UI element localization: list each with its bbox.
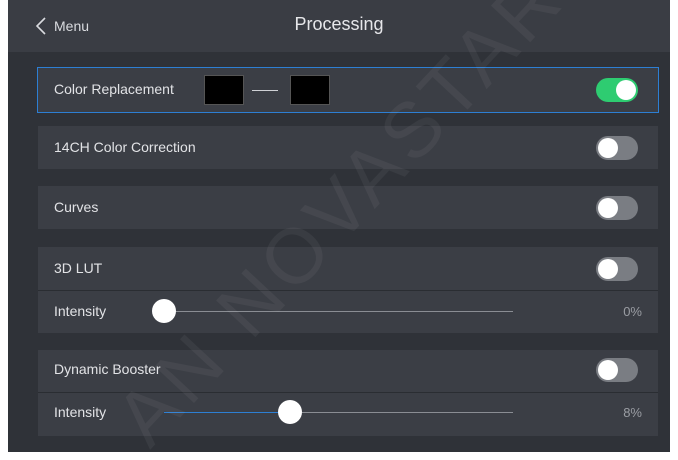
dynamic-booster-toggle[interactable] [596,358,638,382]
booster-intensity-fill [164,412,290,413]
curves-row[interactable]: Curves [38,186,658,229]
processing-screen: Menu Processing Color Replacement 14CH C… [8,0,670,452]
booster-intensity-value: 8% [623,405,642,420]
dynamic-booster-label: Dynamic Booster [54,361,161,377]
color-correction-label: 14CH Color Correction [54,139,196,155]
dynamic-booster-panel: Dynamic Booster Intensity 8% [38,350,658,436]
lut-intensity-knob[interactable] [152,299,176,323]
page-title: Processing [294,14,384,34]
toggle-knob [598,198,618,218]
curves-toggle[interactable] [596,196,638,220]
booster-intensity-knob[interactable] [277,400,302,424]
color-replacement-label: Color Replacement [54,81,174,97]
color-replacement-toggle[interactable] [596,78,638,102]
toggle-knob [616,80,636,100]
curves-label: Curves [54,199,99,215]
divider [38,392,658,393]
lut-intensity-label: Intensity [54,303,107,319]
replace-from-color-swatch[interactable] [204,75,244,105]
header-bar: Menu Processing [8,0,670,52]
color-correction-row[interactable]: 14CH Color Correction [38,126,658,169]
toggle-knob [598,259,618,279]
booster-intensity-label: Intensity [54,404,107,420]
color-replacement-row[interactable]: Color Replacement [37,67,659,113]
lut-label: 3D LUT [54,260,103,276]
replace-to-color-swatch[interactable] [290,75,330,105]
lut-panel: 3D LUT Intensity 0% [38,247,658,333]
toggle-knob [598,360,618,380]
swatch-dash [252,90,278,91]
lut-intensity-value: 0% [623,304,642,319]
lut-intensity-track[interactable] [164,311,513,312]
color-correction-toggle[interactable] [596,136,638,160]
lut-toggle[interactable] [596,257,638,281]
toggle-knob [598,138,618,158]
divider [38,290,658,291]
